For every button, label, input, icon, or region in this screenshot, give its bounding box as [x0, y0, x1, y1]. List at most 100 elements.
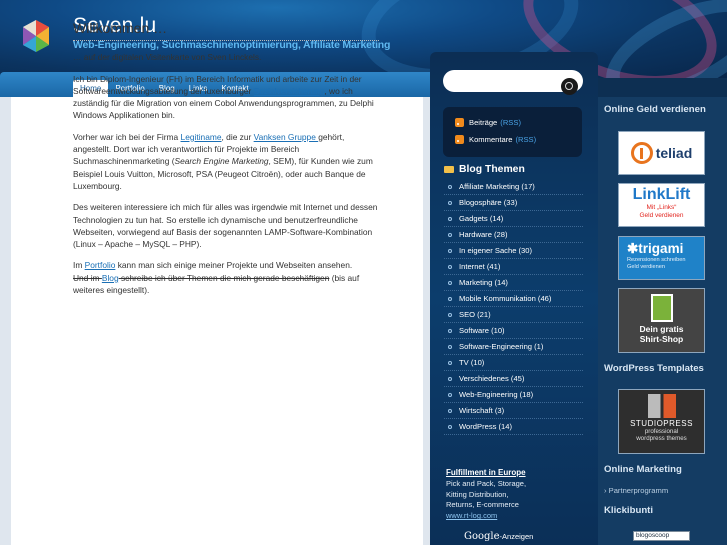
ad-line: Pick and Pack, Storage,: [446, 478, 527, 488]
spread-line: Dein gratis: [639, 324, 684, 334]
category-label[interactable]: Blogosphäre (33): [459, 198, 517, 207]
link-sozialversicherung[interactable]: Sozialversicherung: [254, 86, 325, 96]
category-label[interactable]: Gadgets (14): [459, 214, 503, 223]
category-item[interactable]: WordPress (14): [444, 419, 583, 435]
trigami-sub: Rezensionen schreiben: [627, 257, 686, 263]
ad-line: Kitting Distribution,: [446, 489, 509, 499]
spread-line: Shirt-Shop: [639, 334, 684, 344]
category-label[interactable]: Affiliate Marketing (17): [459, 182, 535, 191]
rss-icon: [455, 118, 464, 127]
paragraph-previous-job: Vorher war ich bei der Firma Legitiname,…: [73, 131, 379, 192]
ad-url-link[interactable]: www.rt-log.com: [446, 511, 576, 522]
linklift-name: LinkLift: [632, 186, 691, 203]
rss-feed-box: [443, 107, 582, 157]
category-item[interactable]: Hardware (28): [444, 227, 583, 243]
rss-comments-link[interactable]: Kommentare (RSS): [455, 135, 536, 144]
link-vanksen-gruppe[interactable]: Vanksen Gruppe: [254, 132, 319, 142]
category-label[interactable]: In eigener Sache (30): [459, 246, 532, 255]
partner-label[interactable]: Partnerprogramm: [609, 486, 669, 495]
intro-paragraph: … auf der digitalen Visitenkarte von Sve…: [73, 52, 262, 63]
rss-comments-label[interactable]: Kommentare: [469, 135, 512, 144]
category-item[interactable]: SEO (21): [444, 307, 583, 323]
category-label[interactable]: Software (10): [459, 326, 505, 335]
category-item[interactable]: Wirtschaft (3): [444, 403, 583, 419]
category-label[interactable]: Mobile Kommunikation (46): [459, 294, 551, 303]
category-label[interactable]: Wirtschaft (3): [459, 406, 504, 415]
right-gutter: [423, 97, 430, 545]
ads-label: -Anzeigen: [499, 532, 534, 541]
category-item[interactable]: Internet (41): [444, 259, 583, 275]
folder-icon: [444, 166, 454, 173]
article: Willkommen … … auf der digitalen Visiten…: [73, 21, 379, 305]
bullet-icon: [448, 200, 452, 205]
rss-tag[interactable]: (RSS): [500, 118, 521, 127]
linklift-banner[interactable]: LinkLift Mit „Links“ Geld verdienen: [618, 183, 705, 227]
linklift-sub: Geld verdienen: [639, 212, 684, 219]
studiopress-banner[interactable]: STUDIOPRESS professional wordpress theme…: [618, 389, 705, 454]
bullet-icon: [448, 296, 452, 301]
category-item[interactable]: Blogosphäre (33): [444, 195, 583, 211]
text: Vorher war ich bei der Firma: [73, 131, 181, 142]
category-item[interactable]: Software-Engineering (1): [444, 339, 583, 355]
search-icon[interactable]: [561, 78, 578, 95]
partnerprogramm-link[interactable]: › Partnerprogramm: [604, 486, 668, 495]
studio-name: STUDIOPRESS: [630, 419, 693, 428]
trigami-name: ✱trigami: [627, 241, 684, 256]
link-legitiname[interactable]: Legitiname: [181, 132, 222, 142]
trigami-banner[interactable]: ✱trigami Rezensionen schreiben Geld verd…: [618, 236, 705, 280]
bullet-icon: [448, 280, 452, 285]
strikethrough-text: Und im: [73, 272, 102, 283]
bullet-icon: [448, 392, 452, 397]
category-item[interactable]: TV (10): [444, 355, 583, 371]
paragraph-employment: Ich bin Diplom-Ingenieur (FH) im Bereich…: [73, 73, 379, 122]
bullet-icon: [448, 328, 452, 333]
link-blog[interactable]: Blog: [102, 273, 119, 283]
ad-line: Returns, E-commerce: [446, 500, 519, 510]
teliad-label: teliad: [655, 145, 693, 161]
bullet-icon: [448, 232, 452, 237]
online-geld-heading: Online Geld verdienen: [604, 104, 706, 115]
category-label[interactable]: Verschiedenes (45): [459, 374, 524, 383]
blog-themen-heading: Blog Themen: [444, 164, 525, 175]
teliad-banner[interactable]: teliad: [618, 131, 705, 175]
rss-posts-label[interactable]: Beiträge: [469, 118, 497, 127]
strikethrough-text: schreibe ich über Themen die mich gerade…: [118, 272, 330, 283]
studiopress-logo-icon: [647, 394, 676, 418]
category-item[interactable]: Mobile Kommunikation (46): [444, 291, 583, 307]
category-label[interactable]: Hardware (28): [459, 230, 508, 239]
category-item[interactable]: Software (10): [444, 323, 583, 339]
rss-posts-link[interactable]: Beiträge (RSS): [455, 118, 521, 127]
category-list: Affiliate Marketing (17) Blogosphäre (33…: [444, 179, 583, 435]
category-item[interactable]: Marketing (14): [444, 275, 583, 291]
category-item[interactable]: Web-Engineering (18): [444, 387, 583, 403]
category-item[interactable]: Affiliate Marketing (17): [444, 179, 583, 195]
studio-sub: professional: [644, 428, 679, 435]
category-label[interactable]: SEO (21): [459, 310, 491, 319]
category-item[interactable]: Verschiedenes (45): [444, 371, 583, 387]
category-item[interactable]: In eigener Sache (30): [444, 243, 583, 259]
category-item[interactable]: Gadgets (14): [444, 211, 583, 227]
emphasis: Search Engine Marketing: [174, 156, 269, 167]
link-portfolio[interactable]: Portfolio: [85, 260, 116, 270]
google-ads-label[interactable]: Google-Anzeigen: [464, 531, 533, 542]
bullet-icon: [448, 376, 452, 381]
category-label[interactable]: TV (10): [459, 358, 484, 367]
text: Im: [73, 260, 85, 271]
category-label[interactable]: Internet (41): [459, 262, 500, 271]
left-gutter: [0, 97, 11, 545]
teliad-logo-icon: [630, 142, 653, 164]
site-logo-icon[interactable]: [18, 18, 54, 54]
bullet-icon: [448, 344, 452, 349]
category-label[interactable]: Marketing (14): [459, 278, 508, 287]
category-label[interactable]: WordPress (14): [459, 422, 512, 431]
ad-title-link[interactable]: Fulfillment in Europe: [446, 468, 576, 479]
google-ad-block: Fulfillment in Europe Pick and Pack, Sto…: [446, 468, 576, 522]
spreadshirt-banner[interactable]: Dein gratis Shirt-Shop: [618, 288, 705, 353]
rss-tag[interactable]: (RSS): [515, 135, 536, 144]
blogoscoop-badge[interactable]: blogoscoop: [633, 531, 690, 541]
bullet-icon: [448, 312, 452, 317]
category-label[interactable]: Web-Engineering (18): [459, 390, 533, 399]
studio-sub: wordpress themes: [636, 435, 687, 442]
category-label[interactable]: Software-Engineering (1): [459, 342, 543, 351]
bullet-icon: [448, 360, 452, 365]
